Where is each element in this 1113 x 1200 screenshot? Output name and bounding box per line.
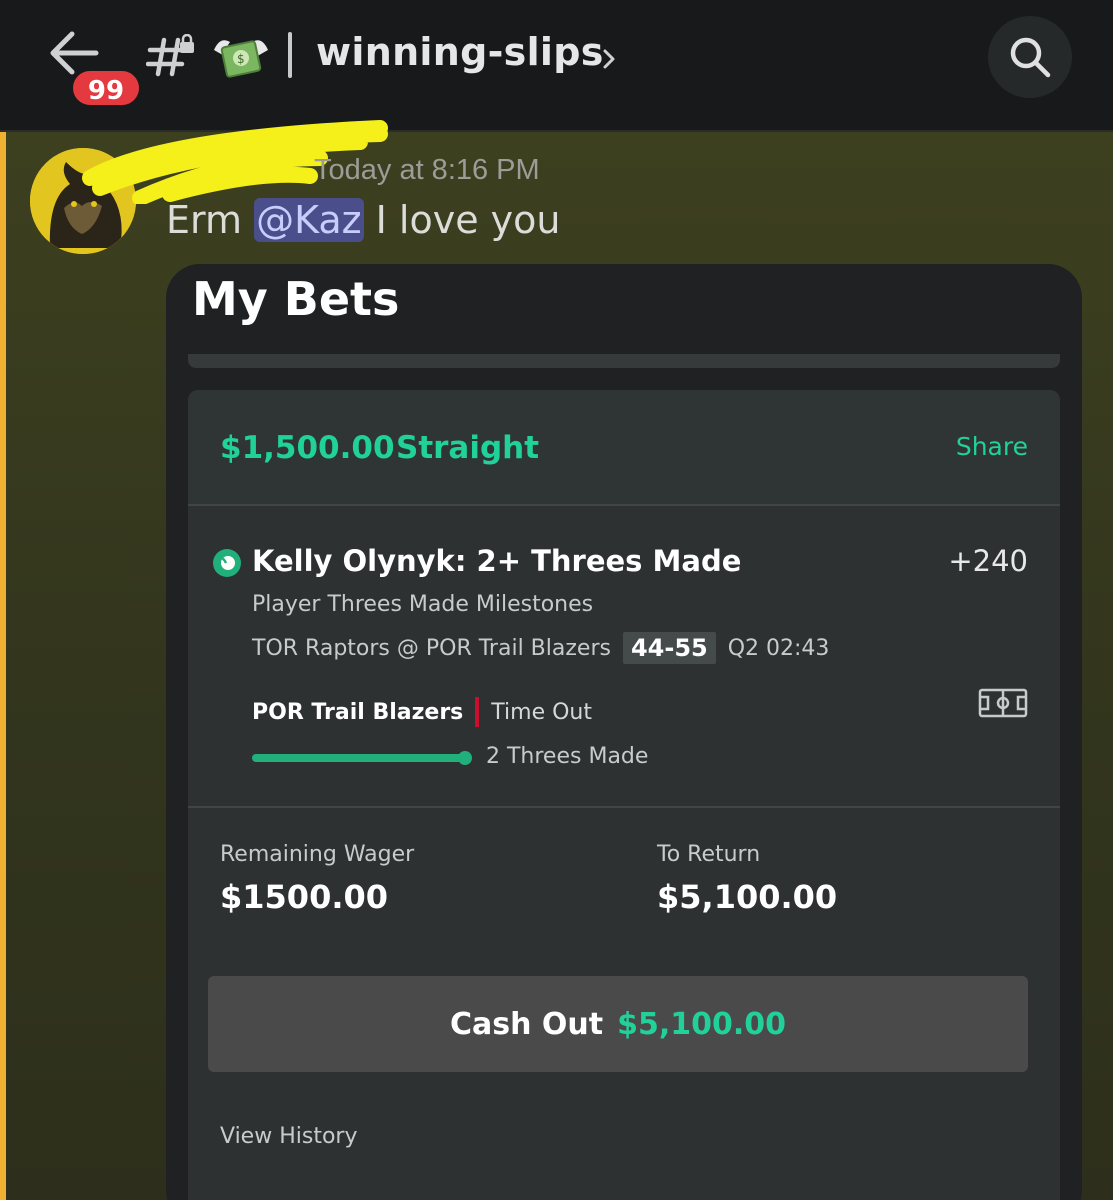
progress-marker [458,751,472,765]
bet-header: $1,500.00 Straight Share [188,390,1060,506]
title-divider [288,32,292,78]
page-title: My Bets [192,272,400,326]
share-link[interactable]: Share [956,432,1028,461]
message-content: Erm @Kaz I love you [166,198,561,242]
message-timestamp: Today at 8:16 PM [314,154,540,186]
selection-odds: +240 [948,544,1028,578]
progress-bar [252,754,466,762]
live-team: POR Trail Blazers [252,699,464,725]
to-return-label: To Return [657,842,761,867]
chevron-right-icon[interactable] [600,46,618,72]
live-score: 44-55 [622,632,716,664]
team-color-marker [475,697,480,727]
market-name: Player Threes Made Milestones [252,592,594,617]
live-check-icon [213,549,241,577]
to-return-value: $5,100.00 [657,878,838,916]
live-event: Time Out [491,699,592,725]
matchup-teams: TOR Raptors @ POR Trail Blazers [252,635,611,661]
remaining-wager-label: Remaining Wager [220,842,415,867]
bet-panel: $1,500.00 Straight Share Kelly Olynyk: 2… [188,390,1060,1200]
search-icon [1010,37,1051,78]
money-with-wings-emoji: $ [210,28,272,84]
bet-slip-image[interactable]: My Bets $1,500.00 Straight Share Kelly O… [166,264,1082,1200]
stake-amount: $1,500.00 [220,430,395,466]
selection-name: Kelly Olynyk: 2+ Threes Made [252,544,742,578]
bet-type: Straight [396,430,540,466]
view-history-link[interactable]: View History [220,1124,357,1149]
matchup-line: TOR Raptors @ POR Trail Blazers 44-55 Q2… [252,632,829,664]
live-status: POR Trail Blazers Time Out [252,696,592,728]
cash-out-label: Cash Out [449,1006,604,1042]
court-icon[interactable] [978,688,1028,718]
card-divider [188,354,1060,368]
unread-badge: 99 [70,68,142,108]
message-text-before: Erm [166,198,255,242]
hash-lock-icon [145,33,196,78]
game-clock: Q2 02:43 [727,635,830,661]
progress-label: 2 Threes Made [486,744,649,769]
bet-selection: Kelly Olynyk: 2+ Threes Made +240 Player… [188,508,1060,808]
remaining-wager-value: $1500.00 [220,878,389,916]
user-mention[interactable]: @Kaz [254,198,364,242]
svg-text:$: $ [237,52,245,66]
message-text-after: I love you [363,198,561,242]
cash-out-button[interactable]: Cash Out $5,100.00 [208,976,1028,1072]
mention-highlight-bar [0,132,6,1200]
cash-out-amount: $5,100.00 [617,1006,787,1042]
channel-name[interactable]: winning-slips [316,30,604,74]
search-button[interactable] [988,16,1072,98]
channel-header: 99 $ winning-slips [0,0,1113,132]
